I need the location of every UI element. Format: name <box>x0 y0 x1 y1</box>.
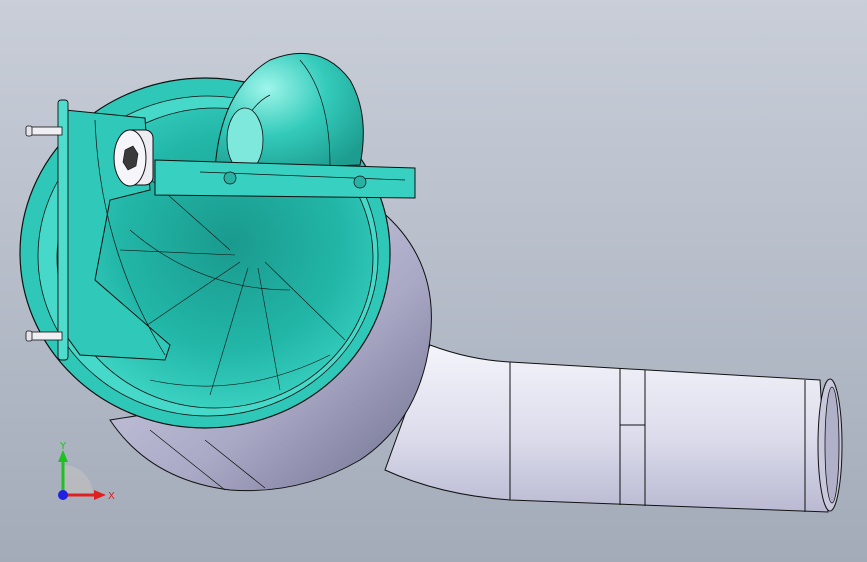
graphics-viewport[interactable]: Y X <box>0 0 867 562</box>
cad-model[interactable] <box>0 0 867 562</box>
inlet-dome[interactable] <box>214 52 364 173</box>
socket-head-screw[interactable] <box>113 129 154 187</box>
triad-plane <box>63 465 93 495</box>
x-axis-label: X <box>108 491 115 502</box>
x-axis-head <box>94 490 106 500</box>
z-axis-dot <box>58 490 68 500</box>
orientation-triad[interactable]: Y X <box>48 440 118 510</box>
y-axis-label: Y <box>59 441 67 452</box>
outlet-pipe[interactable] <box>384 344 843 513</box>
mounting-flange[interactable] <box>154 159 416 199</box>
